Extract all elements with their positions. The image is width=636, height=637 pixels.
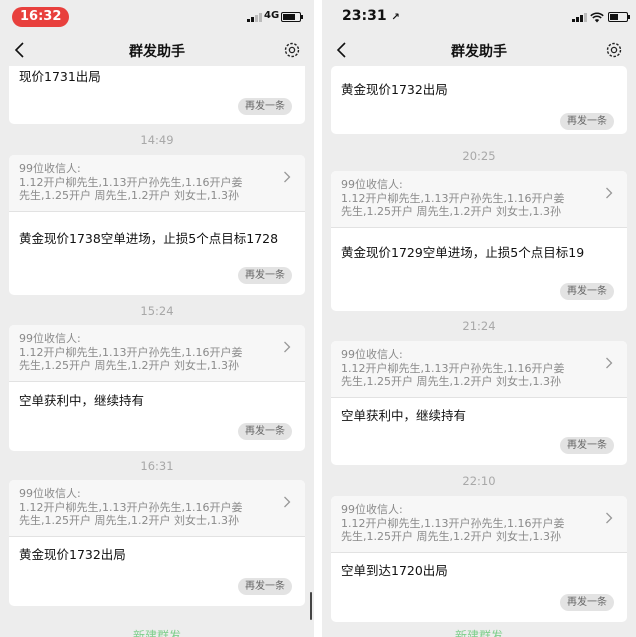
recipients-line: 先生,1.25开户 周先生,1.2开户 刘女士,1.3孙 (19, 189, 239, 202)
recipients-header[interactable]: 99位收信人: 1.12开户柳先生,1.13开户孙先生,1.16开户姜 先生,1… (331, 341, 627, 398)
recipients-line: 1.12开户柳先生,1.13开户孙先生,1.16开户姜 (19, 345, 243, 359)
message-card: 99位收信人: 1.12开户柳先生,1.13开户孙先生,1.16开户姜 先生,1… (331, 341, 627, 465)
status-time: 16:32 (12, 7, 70, 27)
wifi-icon (590, 12, 604, 23)
signal-icon (247, 13, 262, 22)
timestamp: 15:24 (140, 304, 174, 318)
status-bar: 16:32 4G (0, 0, 314, 34)
signal-icon (572, 13, 587, 22)
message-text: 现价1731出局 (19, 69, 101, 84)
message-text: 空单获利中，继续持有 (19, 393, 145, 408)
chevron-right-icon (606, 187, 613, 199)
message-card: 99位收信人: 1.12开户柳先生,1.13开户孙先生,1.16开户姜 先生,1… (9, 155, 305, 295)
timestamp: 20:25 (462, 149, 496, 163)
message-text: 空单到达1720出局 (341, 563, 448, 578)
scrollbar[interactable] (310, 592, 312, 620)
right-phone-screen: 23:31 ↗ 群发助手 黄金现价1732出局 再发一条 20:25 99位收信… (322, 0, 636, 637)
message-text: 黄金现价1738空单进场，止损5个点目标1728 (19, 231, 279, 246)
resend-button[interactable]: 再发一条 (238, 267, 292, 284)
status-bar: 23:31 ↗ (322, 0, 636, 34)
chevron-right-icon (284, 496, 291, 508)
recipients-label: 99位收信人: (341, 178, 403, 191)
recipients-line: 先生,1.25开户 周先生,1.2开户 刘女士,1.3孙 (19, 359, 239, 372)
recipients-label: 99位收信人: (19, 332, 81, 345)
recipients-line: 1.12开户柳先生,1.13开户孙先生,1.16开户姜 (341, 191, 565, 205)
message-text: 黄金现价1729空单进场，止损5个点目标19 (341, 245, 585, 260)
recipients-label: 99位收信人: (19, 162, 81, 175)
chevron-right-icon (284, 341, 291, 353)
resend-button[interactable]: 再发一条 (560, 437, 614, 454)
battery-icon (608, 12, 630, 22)
recipients-header[interactable]: 99位收信人: 1.12开户柳先生,1.13开户孙先生,1.16开户姜 先生,1… (331, 171, 627, 228)
message-card: 99位收信人: 1.12开户柳先生,1.13开户孙先生,1.16开户姜 先生,1… (331, 171, 627, 311)
nav-bar: 群发助手 (322, 34, 636, 66)
recipients-line: 先生,1.25开户 周先生,1.2开户 刘女士,1.3孙 (19, 514, 239, 527)
gear-icon[interactable] (282, 40, 302, 60)
page-title: 群发助手 (451, 44, 507, 60)
resend-button[interactable]: 再发一条 (238, 423, 292, 440)
message-text: 黄金现价1732出局 (19, 547, 126, 562)
new-broadcast-button[interactable]: 新建群发 (0, 627, 314, 637)
recipients-label: 99位收信人: (341, 348, 403, 361)
message-card: 黄金现价1732出局 再发一条 (331, 66, 627, 134)
recipients-line: 先生,1.25开户 周先生,1.2开户 刘女士,1.3孙 (341, 530, 561, 543)
timestamp: 22:10 (462, 474, 496, 488)
battery-icon (281, 12, 303, 22)
chevron-right-icon (284, 171, 291, 183)
recipients-line: 1.12开户柳先生,1.13开户孙先生,1.16开户姜 (19, 175, 243, 189)
recipients-line: 先生,1.25开户 周先生,1.2开户 刘女士,1.3孙 (341, 205, 561, 218)
recipients-header[interactable]: 99位收信人: 1.12开户柳先生,1.13开户孙先生,1.16开户姜 先生,1… (9, 325, 305, 382)
chevron-right-icon (606, 512, 613, 524)
message-text: 空单获利中，继续持有 (341, 408, 467, 423)
recipients-label: 99位收信人: (341, 503, 403, 516)
timestamp: 16:31 (140, 459, 174, 473)
recipients-line: 1.12开户柳先生,1.13开户孙先生,1.16开户姜 (341, 516, 565, 530)
message-text: 黄金现价1732出局 (341, 82, 448, 97)
gear-icon[interactable] (604, 40, 624, 60)
recipients-line: 先生,1.25开户 周先生,1.2开户 刘女士,1.3孙 (341, 375, 561, 388)
network-type: 4G (264, 10, 280, 21)
message-list: 现价1731出局 再发一条 14:49 99位收信人: 1.12开户柳先生,1.… (0, 66, 314, 637)
timestamp: 21:24 (462, 319, 496, 333)
left-phone-screen: 16:32 4G 群发助手 现价1731出局 再发一条 14:49 99位收信人… (0, 0, 314, 637)
new-broadcast-button[interactable]: 新建群发 (322, 627, 636, 637)
message-card: 99位收信人: 1.12开户柳先生,1.13开户孙先生,1.16开户姜 先生,1… (9, 325, 305, 451)
recipients-header[interactable]: 99位收信人: 1.12开户柳先生,1.13开户孙先生,1.16开户姜 先生,1… (9, 480, 305, 537)
timestamp: 14:49 (140, 133, 174, 147)
status-time: 23:31 ↗ (342, 8, 400, 24)
resend-button[interactable]: 再发一条 (238, 98, 292, 115)
resend-button[interactable]: 再发一条 (560, 113, 614, 130)
resend-button[interactable]: 再发一条 (238, 578, 292, 595)
message-card: 99位收信人: 1.12开户柳先生,1.13开户孙先生,1.16开户姜 先生,1… (331, 496, 627, 622)
resend-button[interactable]: 再发一条 (560, 594, 614, 611)
recipients-label: 99位收信人: (19, 487, 81, 500)
chevron-right-icon (606, 357, 613, 369)
message-list: 黄金现价1732出局 再发一条 20:25 99位收信人: 1.12开户柳先生,… (322, 66, 636, 637)
recipients-header[interactable]: 99位收信人: 1.12开户柳先生,1.13开户孙先生,1.16开户姜 先生,1… (331, 496, 627, 553)
recipients-line: 1.12开户柳先生,1.13开户孙先生,1.16开户姜 (19, 500, 243, 514)
recipients-header[interactable]: 99位收信人: 1.12开户柳先生,1.13开户孙先生,1.16开户姜 先生,1… (9, 155, 305, 212)
message-card: 现价1731出局 再发一条 (9, 66, 305, 124)
location-arrow-icon: ↗ (391, 12, 400, 23)
nav-bar: 群发助手 (0, 34, 314, 66)
message-card: 99位收信人: 1.12开户柳先生,1.13开户孙先生,1.16开户姜 先生,1… (9, 480, 305, 606)
recipients-line: 1.12开户柳先生,1.13开户孙先生,1.16开户姜 (341, 361, 565, 375)
resend-button[interactable]: 再发一条 (560, 283, 614, 300)
page-title: 群发助手 (129, 44, 185, 60)
